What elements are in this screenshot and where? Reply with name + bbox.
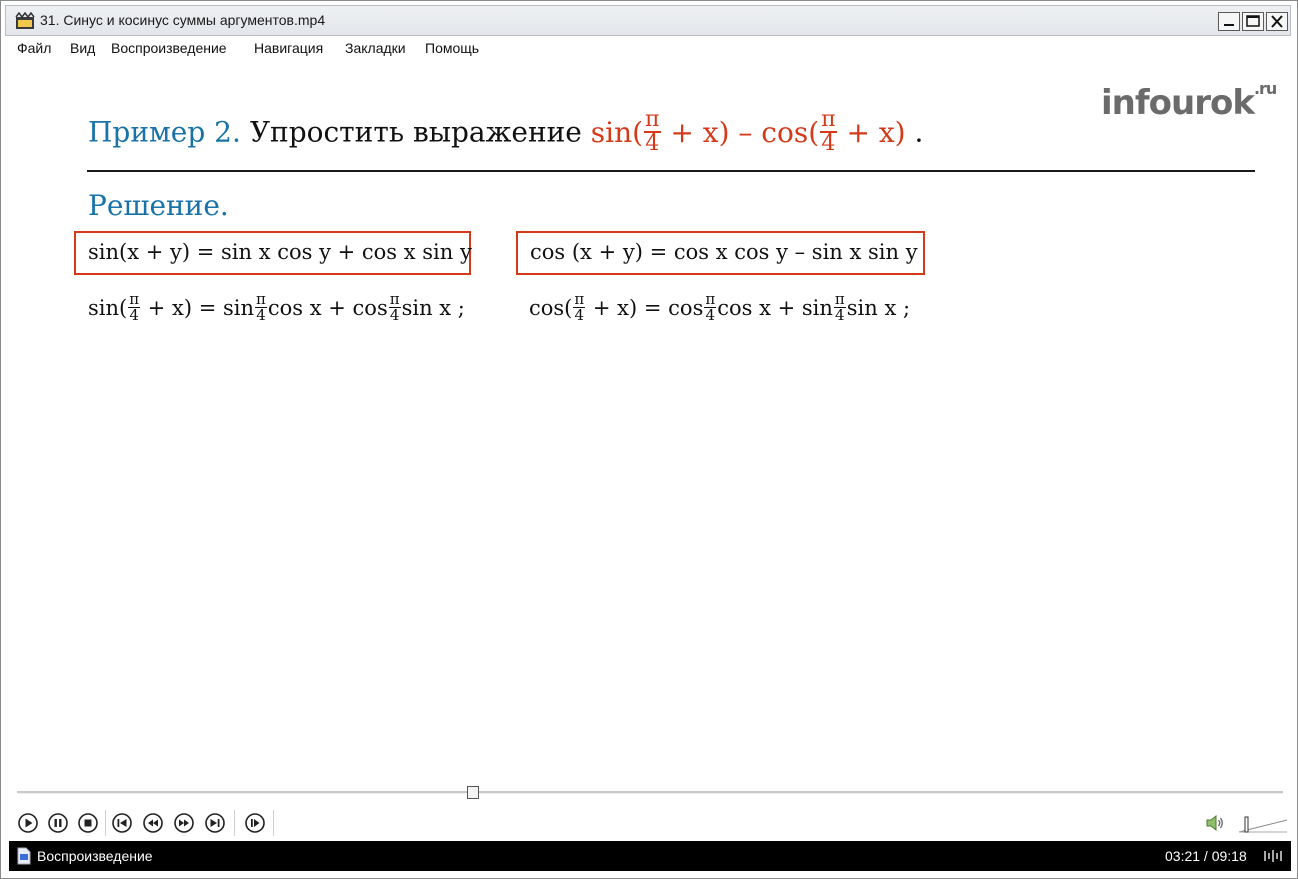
- menu-view[interactable]: Вид: [70, 40, 95, 56]
- menu-playback[interactable]: Воспроизведение: [111, 40, 227, 56]
- media-player-app-icon: [15, 12, 35, 29]
- close-icon: [1271, 15, 1283, 28]
- menu-file[interactable]: Файл: [17, 40, 51, 56]
- next-icon[interactable]: [204, 812, 226, 834]
- play-icon[interactable]: [17, 812, 39, 834]
- media-file-icon: [17, 847, 31, 865]
- equalizer-icon[interactable]: [1263, 849, 1283, 863]
- cosine-sum-formula-box: cos (x + y) = cos x cos y – sin x sin y: [516, 231, 925, 275]
- heading-divider: [87, 170, 1255, 172]
- controls-separator: [105, 810, 106, 836]
- menu-help[interactable]: Помощь: [425, 40, 479, 56]
- pi-over-4-fraction: π4: [820, 107, 837, 156]
- frame-step-icon[interactable]: [244, 812, 266, 834]
- cosine-expansion: cos(π 4 + x) = cos π 4 cos x + sin π 4 sin x ;: [529, 290, 911, 324]
- previous-icon[interactable]: [111, 812, 133, 834]
- task-text: Упростить выражение: [249, 115, 582, 149]
- minimize-button[interactable]: [1218, 12, 1240, 31]
- pi-over-4-fraction: π4: [644, 107, 661, 156]
- seek-bar[interactable]: [9, 781, 1291, 805]
- time-readout: 03:21 / 09:18: [1165, 848, 1247, 864]
- task-expression: sin(π 4 + x) – cos(π 4 + x): [590, 107, 906, 156]
- controls-separator: [234, 810, 235, 836]
- menu-navigation[interactable]: Навигация: [254, 40, 323, 56]
- status-bar: Воспроизведение 03:21 / 09:18: [9, 841, 1291, 871]
- volume-slider[interactable]: [1237, 814, 1289, 834]
- maximize-button[interactable]: [1242, 12, 1264, 31]
- playback-status: Воспроизведение: [37, 848, 153, 864]
- menu-bar: Файл Вид Воспроизведение Навигация Закла…: [5, 37, 1291, 60]
- title-bar: 31. Синус и косинус суммы аргументов.mp4: [5, 5, 1291, 36]
- close-button[interactable]: [1266, 12, 1288, 31]
- volume-icon[interactable]: [1205, 814, 1225, 832]
- rewind-icon[interactable]: [142, 812, 164, 834]
- infourok-logo: infourok.ru: [1101, 79, 1277, 123]
- pause-icon[interactable]: [47, 812, 69, 834]
- sine-expansion: sin(π 4 + x) = sin π 4 cos x + cos π 4 sin x ;: [88, 290, 465, 324]
- maximize-icon: [1246, 15, 1260, 27]
- controls-separator: [273, 810, 274, 836]
- media-player-window: 31. Синус и косинус суммы аргументов.mp4…: [0, 0, 1298, 879]
- minimize-icon: [1224, 24, 1234, 26]
- seek-thumb[interactable]: [466, 786, 479, 799]
- menu-bookmarks[interactable]: Закладки: [345, 40, 406, 56]
- cosine-sum-formula: cos (x + y) = cos x cos y – sin x sin y: [530, 240, 918, 264]
- seek-track[interactable]: [17, 791, 1283, 794]
- video-frame[interactable]: infourok.ru Пример 2. Упростить выражени…: [9, 63, 1291, 779]
- sine-sum-formula-box: sin(x + y) = sin x cos y + cos x sin y: [74, 231, 472, 275]
- example-number: Пример 2.: [88, 115, 241, 149]
- example-heading: Пример 2. Упростить выражение sin(π 4 + x…: [88, 107, 924, 157]
- solution-label: Решение.: [88, 189, 229, 222]
- playback-controls: [9, 806, 1291, 840]
- sine-sum-formula: sin(x + y) = sin x cos y + cos x sin y: [88, 240, 472, 264]
- window-title: 31. Синус и косинус суммы аргументов.mp4: [40, 12, 326, 28]
- fast-forward-icon[interactable]: [173, 812, 195, 834]
- heading-period: .: [905, 115, 924, 149]
- stop-icon[interactable]: [77, 812, 99, 834]
